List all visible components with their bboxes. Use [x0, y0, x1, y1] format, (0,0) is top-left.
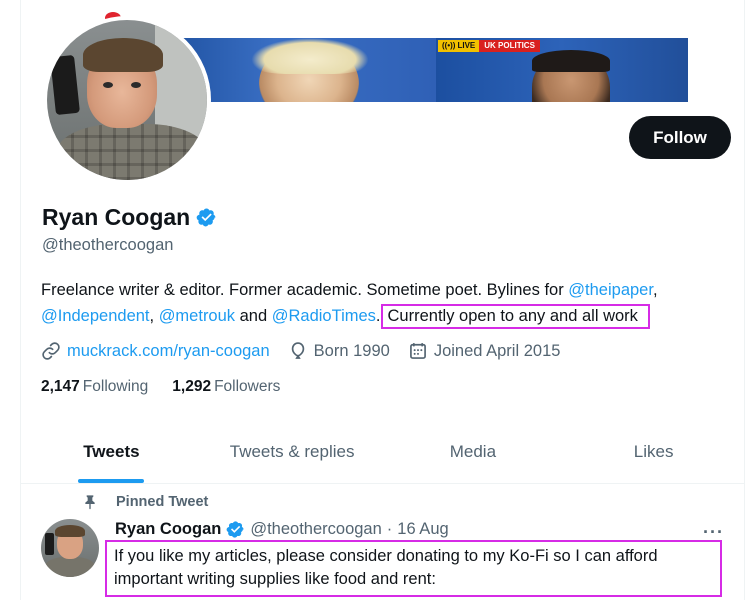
section-label: UK POLITICS — [479, 40, 540, 52]
tweet-header: Ryan Coogan @theothercoogan · 16 Aug — [115, 520, 449, 539]
follow-stats: 2,147 Following 1,292 Followers — [41, 378, 280, 396]
avatar-phone — [50, 54, 80, 116]
tweet-avatar-body — [45, 557, 95, 577]
followers-link[interactable]: 1,292 Followers — [172, 378, 280, 396]
banner-photo-left — [181, 38, 449, 102]
tweet-separator-dot: · — [386, 520, 393, 538]
bio-separator: and — [235, 307, 272, 325]
tweet-text-highlight: If you like my articles, please consider… — [105, 540, 722, 597]
website-link[interactable]: muckrack.com/ryan-coogan — [67, 342, 270, 361]
live-badge: ((•)) LIVE UK POLITICS — [438, 40, 540, 52]
tab-label: Tweets & replies — [229, 441, 355, 461]
banner-person-hair — [532, 50, 610, 72]
tweet-author-handle[interactable]: @theothercoogan — [250, 520, 381, 539]
born-item: Born 1990 — [288, 341, 390, 361]
avatar-photo — [47, 20, 207, 180]
tab-label: Tweets — [83, 441, 140, 461]
pinned-label: Pinned Tweet — [116, 494, 209, 510]
banner-hair — [251, 38, 369, 74]
bio-separator: . — [375, 307, 381, 325]
display-name-row: Ryan Coogan — [42, 204, 217, 231]
following-count: 2,147 — [41, 378, 80, 395]
following-label: Following — [82, 378, 149, 395]
pin-icon — [85, 495, 95, 510]
mention-metrouk[interactable]: @metrouk — [159, 307, 235, 325]
banner-photo-right: ((•)) LIVE UK POLITICS — [436, 38, 688, 102]
profile-handle: @theothercoogan — [42, 236, 174, 254]
tab-label: Media — [449, 441, 497, 461]
tweet-date[interactable]: 16 Aug — [397, 520, 448, 539]
tab-likes[interactable]: Likes — [563, 420, 744, 483]
live-text: LIVE — [457, 41, 476, 50]
tweet-avatar-hair — [55, 525, 85, 537]
mention-independent[interactable]: @Independent — [41, 307, 150, 325]
mention-theipaper[interactable]: @theipaper — [568, 281, 653, 299]
bio-separator: , — [652, 281, 658, 299]
display-name: Ryan Coogan — [42, 204, 191, 230]
balloon-icon — [291, 342, 304, 359]
following-link[interactable]: 2,147 Following — [41, 378, 148, 396]
profile-page: ((•)) LIVE UK POLITICS Follow Ryan Coogan… — [0, 0, 754, 600]
tweet-avatar-phone — [45, 533, 54, 555]
more-icon[interactable]: ··· — [703, 522, 724, 543]
joined-text: Joined April 2015 — [433, 341, 561, 360]
joined-item: Joined April 2015 — [408, 341, 561, 361]
bio-text: Freelance writer & editor. Former academ… — [41, 281, 569, 299]
tab-tweets[interactable]: Tweets — [21, 420, 202, 483]
bio-highlight: Currently open to any and all work — [380, 304, 650, 329]
tab-tweets-replies[interactable]: Tweets & replies — [202, 420, 383, 483]
profile-tabs: Tweets Tweets & replies Media Likes — [21, 420, 744, 484]
tweet-author-name[interactable]: Ryan Coogan — [115, 520, 221, 539]
live-label: ((•)) LIVE — [438, 40, 480, 52]
followers-count: 1,292 — [172, 378, 212, 395]
verified-badge-icon — [226, 521, 244, 538]
pinned-indicator: Pinned Tweet — [82, 494, 208, 510]
avatar-hair — [83, 38, 163, 72]
avatar-eye-right — [131, 82, 141, 88]
verified-badge-icon[interactable] — [196, 207, 217, 228]
bio-separator: , — [149, 307, 159, 325]
mention-radiotimes[interactable]: @RadioTimes — [272, 307, 376, 325]
avatar-body — [57, 124, 207, 180]
profile-bio: Freelance writer & editor. Former academ… — [41, 277, 731, 329]
website-item[interactable]: muckrack.com/ryan-coogan — [41, 341, 270, 361]
tweet-avatar[interactable] — [41, 519, 99, 577]
tab-label: Likes — [633, 441, 674, 461]
broadcast-icon: ((•)) — [442, 41, 456, 50]
active-tab-indicator — [78, 479, 145, 483]
column-border-right — [744, 0, 745, 600]
profile-avatar[interactable] — [43, 16, 211, 184]
follow-button[interactable]: Follow — [629, 116, 731, 159]
born-text: Born 1990 — [313, 341, 390, 360]
calendar-icon — [409, 343, 426, 359]
avatar-eye-left — [103, 82, 113, 88]
tab-media[interactable]: Media — [383, 420, 564, 483]
profile-meta-row: muckrack.com/ryan-coogan Born 1990 Joine… — [41, 341, 560, 361]
link-icon — [42, 342, 60, 360]
tweet-text: If you like my articles, please consider… — [114, 547, 658, 588]
followers-label: Followers — [214, 378, 281, 395]
